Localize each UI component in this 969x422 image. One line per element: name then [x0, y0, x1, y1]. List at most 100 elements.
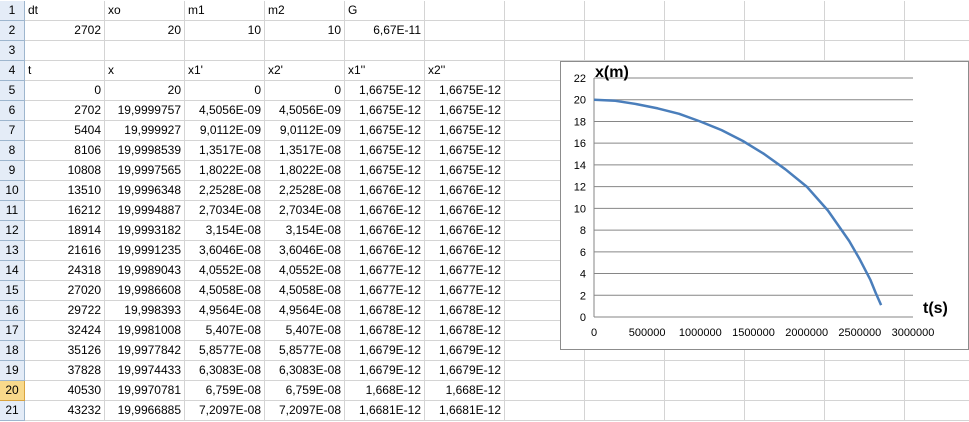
row-header[interactable]: 19: [0, 361, 25, 381]
cell[interactable]: [425, 1, 505, 21]
cell[interactable]: 1,6676E-12: [425, 221, 505, 241]
cell[interactable]: 1,6679E-12: [425, 341, 505, 361]
cell[interactable]: [585, 401, 665, 421]
cell[interactable]: [505, 41, 585, 61]
cell[interactable]: [185, 41, 265, 61]
cell[interactable]: 1,6678E-12: [345, 321, 425, 341]
row-header[interactable]: 7: [0, 121, 25, 141]
cell[interactable]: [505, 401, 585, 421]
cell[interactable]: 6,3083E-08: [185, 361, 265, 381]
cell[interactable]: 1,6675E-12: [345, 141, 425, 161]
cell[interactable]: 13510: [25, 181, 105, 201]
row-header[interactable]: 14: [0, 261, 25, 281]
cell[interactable]: 0: [265, 81, 345, 101]
cell[interactable]: 19,998393: [105, 301, 185, 321]
cell[interactable]: [585, 381, 665, 401]
cell[interactable]: m1: [185, 1, 265, 21]
cell[interactable]: 1,6676E-12: [425, 181, 505, 201]
cell[interactable]: 1,6677E-12: [425, 261, 505, 281]
cell[interactable]: 19,9993182: [105, 221, 185, 241]
cell[interactable]: [905, 401, 969, 421]
cell[interactable]: 19,9986608: [105, 281, 185, 301]
cell[interactable]: [425, 21, 505, 41]
cell[interactable]: 1,6675E-12: [425, 141, 505, 161]
cell[interactable]: 2702: [25, 101, 105, 121]
cell[interactable]: 20: [105, 21, 185, 41]
row-header[interactable]: 16: [0, 301, 25, 321]
cell[interactable]: [265, 41, 345, 61]
cell[interactable]: 32424: [25, 321, 105, 341]
cell[interactable]: 3,154E-08: [265, 221, 345, 241]
cell[interactable]: 1,6676E-12: [345, 241, 425, 261]
cell[interactable]: 19,999927: [105, 121, 185, 141]
cell[interactable]: 2702: [25, 21, 105, 41]
cell[interactable]: [25, 41, 105, 61]
cell[interactable]: 5,407E-08: [265, 321, 345, 341]
cell[interactable]: 29722: [25, 301, 105, 321]
cell[interactable]: 19,9974433: [105, 361, 185, 381]
cell[interactable]: [825, 41, 905, 61]
cell[interactable]: 6,67E-11: [345, 21, 425, 41]
cell[interactable]: [585, 361, 665, 381]
cell[interactable]: 10808: [25, 161, 105, 181]
row-header[interactable]: 18: [0, 341, 25, 361]
cell[interactable]: 8106: [25, 141, 105, 161]
cell[interactable]: 4,0552E-08: [265, 261, 345, 281]
cell[interactable]: 1,6677E-12: [345, 261, 425, 281]
cell[interactable]: 1,668E-12: [425, 381, 505, 401]
cell[interactable]: [905, 1, 969, 21]
cell[interactable]: 19,9981008: [105, 321, 185, 341]
cell[interactable]: xo: [105, 1, 185, 21]
cell[interactable]: 1,3517E-08: [185, 141, 265, 161]
cell[interactable]: [905, 21, 969, 41]
cell[interactable]: [665, 21, 745, 41]
row-header[interactable]: 13: [0, 241, 25, 261]
cell[interactable]: [745, 1, 825, 21]
cell[interactable]: 6,759E-08: [185, 381, 265, 401]
cell[interactable]: 27020: [25, 281, 105, 301]
cell[interactable]: [745, 41, 825, 61]
row-header[interactable]: 9: [0, 161, 25, 181]
cell[interactable]: 2,7034E-08: [265, 201, 345, 221]
cell[interactable]: [825, 1, 905, 21]
cell[interactable]: m2: [265, 1, 345, 21]
cell[interactable]: [825, 381, 905, 401]
cell[interactable]: 4,5056E-09: [265, 101, 345, 121]
cell[interactable]: [745, 21, 825, 41]
cell[interactable]: 1,6676E-12: [345, 201, 425, 221]
cell[interactable]: x1': [185, 61, 265, 81]
cell[interactable]: 6,759E-08: [265, 381, 345, 401]
cell[interactable]: 1,6676E-12: [345, 221, 425, 241]
cell[interactable]: 1,6675E-12: [425, 81, 505, 101]
cell[interactable]: 4,0552E-08: [185, 261, 265, 281]
cell[interactable]: 1,6678E-12: [345, 301, 425, 321]
cell[interactable]: 10: [265, 21, 345, 41]
cell[interactable]: dt: [25, 1, 105, 21]
cell[interactable]: [505, 381, 585, 401]
trajectory-chart[interactable]: 0 2 4 6 8 10 12 14 16 18 20 22 0 500000 1000000 1500000…: [560, 61, 969, 350]
cell[interactable]: 7,2097E-08: [185, 401, 265, 421]
cell[interactable]: 19,9977842: [105, 341, 185, 361]
cell[interactable]: 2,2528E-08: [185, 181, 265, 201]
cell[interactable]: [745, 361, 825, 381]
cell[interactable]: 1,3517E-08: [265, 141, 345, 161]
cell[interactable]: 1,6678E-12: [425, 301, 505, 321]
cell[interactable]: 20: [105, 81, 185, 101]
cell[interactable]: 1,6675E-12: [345, 121, 425, 141]
row-header[interactable]: 5: [0, 81, 25, 101]
cell[interactable]: 19,9998539: [105, 141, 185, 161]
cell[interactable]: [745, 381, 825, 401]
cell[interactable]: 1,6675E-12: [425, 161, 505, 181]
cell[interactable]: 1,6676E-12: [425, 241, 505, 261]
cell[interactable]: t: [25, 61, 105, 81]
cell[interactable]: [825, 361, 905, 381]
cell[interactable]: 1,6675E-12: [425, 121, 505, 141]
cell[interactable]: 5,8577E-08: [265, 341, 345, 361]
cell[interactable]: 2,7034E-08: [185, 201, 265, 221]
cell[interactable]: 1,6679E-12: [425, 361, 505, 381]
cell[interactable]: 1,6677E-12: [425, 281, 505, 301]
cell[interactable]: 4,5056E-09: [185, 101, 265, 121]
cell[interactable]: 5404: [25, 121, 105, 141]
cell[interactable]: [665, 41, 745, 61]
cell[interactable]: 19,9999757: [105, 101, 185, 121]
